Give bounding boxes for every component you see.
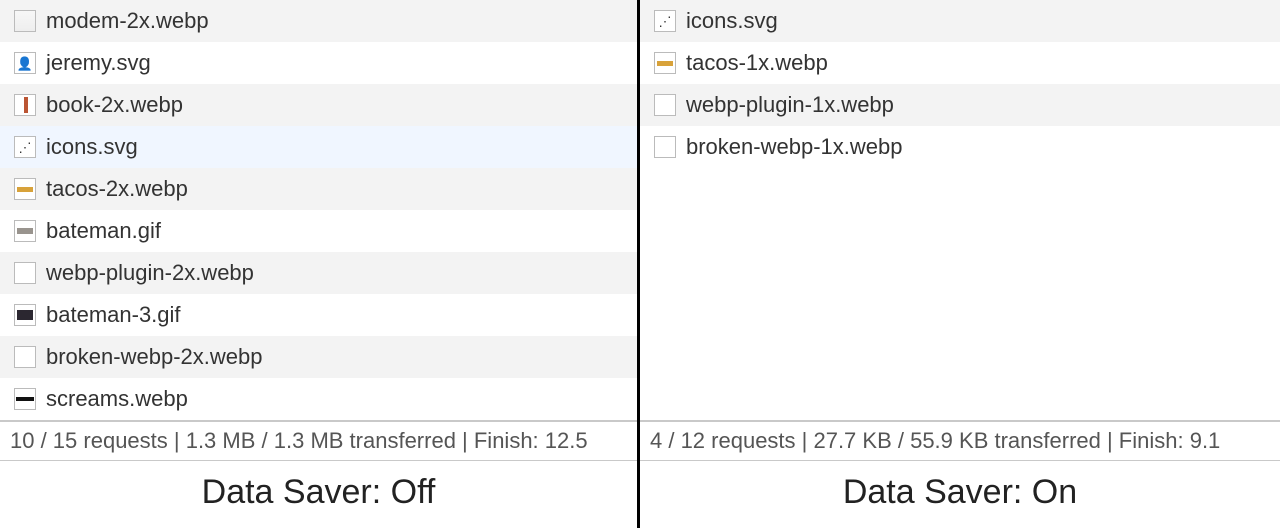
file-thumbnail-icon xyxy=(14,262,36,284)
file-row[interactable]: book-2x.webp xyxy=(0,84,637,126)
file-name: tacos-1x.webp xyxy=(686,50,828,76)
file-thumbnail-icon xyxy=(654,10,676,32)
file-row[interactable]: modem-2x.webp xyxy=(0,0,637,42)
file-row[interactable]: jeremy.svg xyxy=(0,42,637,84)
file-name: broken-webp-2x.webp xyxy=(46,344,262,370)
file-name: tacos-2x.webp xyxy=(46,176,188,202)
file-thumbnail-icon xyxy=(14,388,36,410)
file-name: book-2x.webp xyxy=(46,92,183,118)
file-name: broken-webp-1x.webp xyxy=(686,134,902,160)
caption-on: Data Saver: On xyxy=(640,461,1280,528)
file-row[interactable]: broken-webp-1x.webp xyxy=(640,126,1280,168)
file-row[interactable]: icons.svg xyxy=(0,126,637,168)
file-thumbnail-icon xyxy=(14,220,36,242)
file-name: icons.svg xyxy=(686,8,778,34)
file-row[interactable]: bateman.gif xyxy=(0,210,637,252)
status-bar-off: 10 / 15 requests | 1.3 MB / 1.3 MB trans… xyxy=(0,420,637,461)
file-thumbnail-icon xyxy=(14,346,36,368)
status-bar-on: 4 / 12 requests | 27.7 KB / 55.9 KB tran… xyxy=(640,420,1280,461)
file-name: bateman-3.gif xyxy=(46,302,181,328)
file-row[interactable]: webp-plugin-2x.webp xyxy=(0,252,637,294)
caption-off: Data Saver: Off xyxy=(0,461,637,528)
file-row[interactable]: screams.webp xyxy=(0,378,637,420)
file-name: screams.webp xyxy=(46,386,188,412)
file-name: jeremy.svg xyxy=(46,50,151,76)
file-thumbnail-icon xyxy=(654,136,676,158)
file-list-off: modem-2x.webp jeremy.svg book-2x.webp icons… xyxy=(0,0,637,420)
file-name: bateman.gif xyxy=(46,218,161,244)
file-thumbnail-icon xyxy=(14,136,36,158)
file-row[interactable]: icons.svg xyxy=(640,0,1280,42)
file-thumbnail-icon xyxy=(14,94,36,116)
pane-on: icons.svg tacos-1x.webp webp-plugin-1x.web… xyxy=(640,0,1280,528)
file-list-on: icons.svg tacos-1x.webp webp-plugin-1x.web… xyxy=(640,0,1280,420)
file-thumbnail-icon xyxy=(14,10,36,32)
file-thumbnail-icon xyxy=(14,178,36,200)
file-name: icons.svg xyxy=(46,134,138,160)
file-thumbnail-icon xyxy=(14,304,36,326)
file-row[interactable]: tacos-1x.webp xyxy=(640,42,1280,84)
file-thumbnail-icon xyxy=(654,94,676,116)
file-name: webp-plugin-2x.webp xyxy=(46,260,254,286)
file-thumbnail-icon xyxy=(654,52,676,74)
file-name: webp-plugin-1x.webp xyxy=(686,92,894,118)
file-row[interactable]: webp-plugin-1x.webp xyxy=(640,84,1280,126)
file-row[interactable]: broken-webp-2x.webp xyxy=(0,336,637,378)
file-row[interactable]: tacos-2x.webp xyxy=(0,168,637,210)
file-name: modem-2x.webp xyxy=(46,8,209,34)
pane-off: modem-2x.webp jeremy.svg book-2x.webp icons… xyxy=(0,0,640,528)
file-row[interactable]: bateman-3.gif xyxy=(0,294,637,336)
file-thumbnail-icon xyxy=(14,52,36,74)
